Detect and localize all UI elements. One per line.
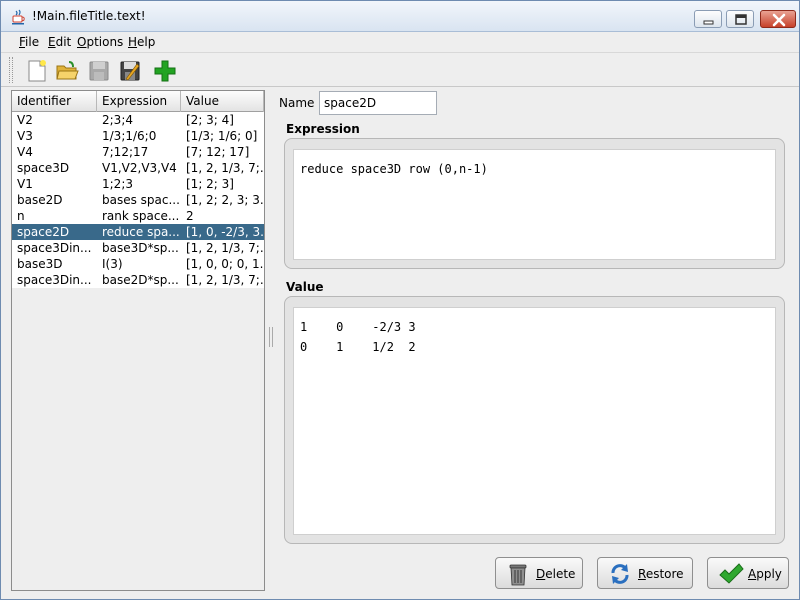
table-row[interactable]: base3D I(3) [1, 0, 0; 0, 1... [12,256,264,272]
table-row-selected[interactable]: space2D reduce spa... [1, 0, -2/3, 3... [12,224,264,240]
new-file-icon [28,60,46,82]
restore-label: Restore [638,567,684,581]
apply-button[interactable]: Apply [707,557,789,589]
apply-label: Apply [748,567,782,581]
minimize-icon [703,20,714,25]
split-pane-divider[interactable] [267,87,275,597]
table-row[interactable]: V1 1;2;3 [1; 2; 3] [12,176,264,192]
delete-label: Delete [536,567,576,581]
menu-options[interactable]: Options [77,35,123,49]
app-window: !Main.fileTitle.text! File Edit Options … [0,0,800,600]
java-app-icon [12,9,25,25]
cell-identifier: space2D [17,225,70,239]
cell-value: [1, 0, 0; 0, 1... [186,257,264,271]
cell-expression: V1,V2,V3,V4 [102,161,177,175]
menu-help[interactable]: Help [128,35,155,49]
cell-value: [1, 2, 1/3, 7;... [186,273,264,287]
toolbar-grip[interactable] [9,57,13,83]
close-button[interactable] [760,10,796,28]
cell-expression: bases spac... [102,193,180,207]
save-as-icon [120,61,140,81]
title-bar: !Main.fileTitle.text! [1,1,799,32]
header-identifier[interactable]: Identifier [12,91,97,112]
cell-identifier: base3D [17,257,63,271]
window-title: !Main.fileTitle.text! [32,9,146,23]
cell-expression: 7;12;17 [102,145,149,159]
menu-file[interactable]: File [19,35,39,49]
trash-icon [509,564,527,586]
name-label: Name [279,96,315,110]
table-header: Identifier Expression Value [12,91,264,112]
cell-expression: rank space... [102,209,180,223]
variables-table: Identifier Expression Value V2 2;3;4 [2; 3… [11,90,265,591]
splitter-grip-icon [269,327,273,347]
expression-panel: reduce space3D row (0,n-1) [284,138,785,269]
cell-value: [1; 2; 3] [186,177,234,191]
table-body: V2 2;3;4 [2; 3; 4] V3 1/3;1/6;0 [1/3; 1/6; 0… [12,112,264,288]
cell-identifier: space3Din... [17,241,92,255]
table-row[interactable]: base2D bases spac... [1, 2; 2, 3; 3... [12,192,264,208]
cell-value: [1, 2, 1/3, 7;... [186,241,264,255]
toolbar [1,53,799,87]
table-row[interactable]: space3Din... base3D*sp... [1, 2, 1/3, 7;..… [12,240,264,256]
cell-value: 2 [186,209,194,223]
refresh-icon [611,564,629,584]
table-row[interactable]: V4 7;12;17 [7; 12; 17] [12,144,264,160]
menu-edit[interactable]: Edit [48,35,71,49]
checkmark-icon [719,563,744,584]
add-button[interactable] [151,57,179,85]
table-row[interactable]: V2 2;3;4 [2; 3; 4] [12,112,264,128]
table-empty-area [12,288,264,590]
cell-expression: I(3) [102,257,123,271]
cell-identifier: V4 [17,145,33,159]
maximize-icon [735,14,747,25]
cell-identifier: V3 [17,129,33,143]
cell-expression: 1/3;1/6;0 [102,129,157,143]
save-as-button[interactable] [116,57,144,85]
cell-value: [1, 0, -2/3, 3... [186,225,264,239]
value-display[interactable]: 1 0 -2/3 3 0 1 1/2 2 [293,307,776,535]
cell-identifier: space3D [17,161,70,175]
cell-expression: base2D*sp... [102,273,179,287]
expression-title: Expression [286,122,360,136]
cell-expression: base3D*sp... [102,241,179,255]
cell-value: [7; 12; 17] [186,145,250,159]
cell-expression: reduce spa... [102,225,180,239]
maximize-button[interactable] [726,10,754,28]
table-row[interactable]: space3D V1,V2,V3,V4 [1, 2, 1/3, 7;... [12,160,264,176]
new-button[interactable] [23,57,51,85]
menu-bar: File Edit Options Help [1,32,799,53]
table-row[interactable]: n rank space... 2 [12,208,264,224]
table-row[interactable]: V3 1/3;1/6;0 [1/3; 1/6; 0] [12,128,264,144]
value-panel: 1 0 -2/3 3 0 1 1/2 2 [284,296,785,544]
restore-button[interactable]: Restore [597,557,693,589]
cell-expression: 1;2;3 [102,177,133,191]
expression-editor[interactable]: reduce space3D row (0,n-1) [293,149,776,260]
cell-identifier: V2 [17,113,33,127]
cell-expression: 2;3;4 [102,113,133,127]
cell-identifier: n [17,209,25,223]
cell-identifier: space3Din... [17,273,92,287]
close-icon [772,13,786,27]
cell-identifier: base2D [17,193,63,207]
value-title: Value [286,280,324,294]
table-row[interactable]: space3Din... base2D*sp... [1, 2, 1/3, 7;..… [12,272,264,288]
cell-value: [2; 3; 4] [186,113,234,127]
open-button[interactable] [53,57,81,85]
add-icon [154,60,176,82]
open-folder-icon [56,61,79,80]
cell-identifier: V1 [17,177,33,191]
save-icon [89,61,109,81]
save-button[interactable] [85,57,113,85]
header-expression[interactable]: Expression [97,91,181,112]
header-value[interactable]: Value [181,91,264,112]
delete-button[interactable]: Delete [495,557,583,589]
cell-value: [1, 2; 2, 3; 3... [186,193,264,207]
name-field[interactable] [319,91,437,115]
cell-value: [1/3; 1/6; 0] [186,129,258,143]
cell-value: [1, 2, 1/3, 7;... [186,161,264,175]
minimize-button[interactable] [694,10,722,28]
